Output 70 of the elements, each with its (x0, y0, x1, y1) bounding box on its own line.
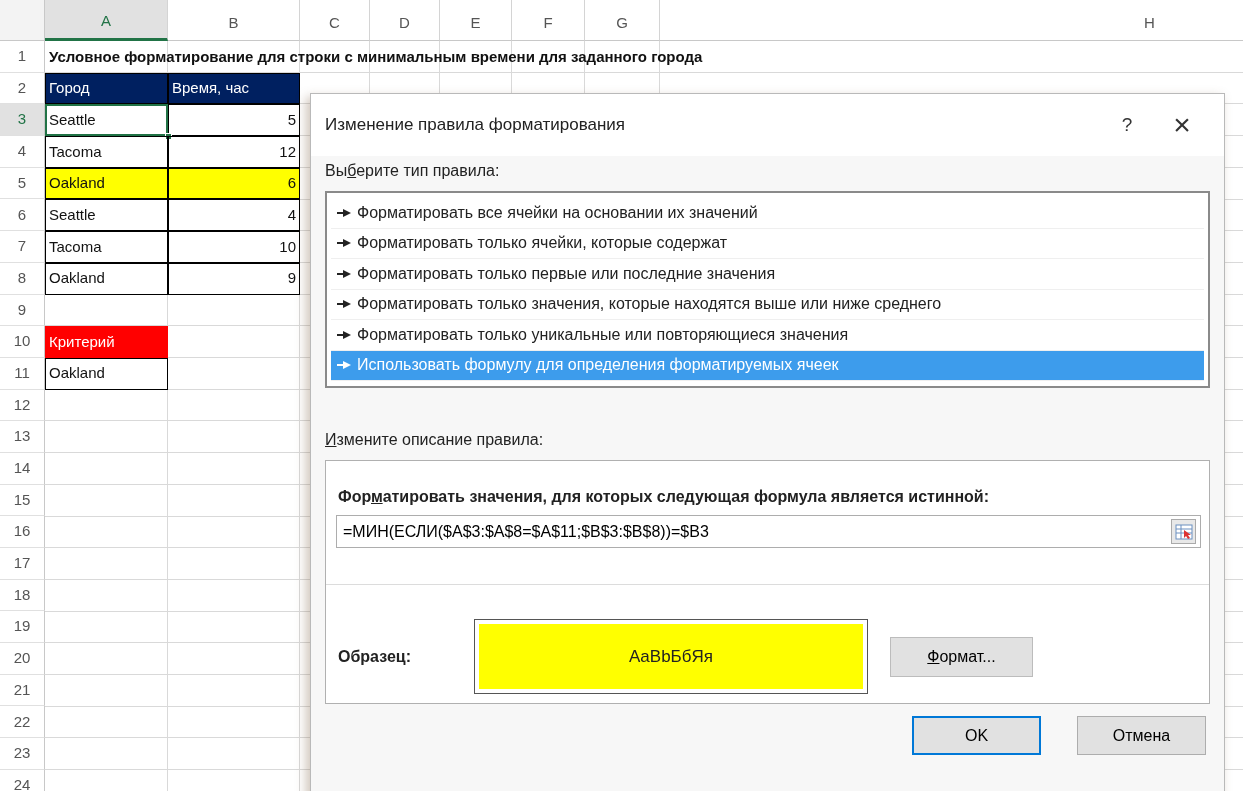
column-header[interactable]: D (370, 0, 440, 41)
row-header[interactable]: 21 (0, 674, 45, 707)
table-cell[interactable]: Seattle (45, 199, 168, 232)
section-label: Измените описание правила: (325, 431, 544, 448)
row-header[interactable]: 11 (0, 357, 45, 390)
pointer-icon (337, 207, 351, 218)
table-cell[interactable]: Время, час (168, 72, 300, 105)
table-cell[interactable]: 6 (168, 167, 300, 200)
format-button[interactable]: Формат... (890, 636, 1033, 677)
format-preview: AaBbБбЯя (479, 624, 863, 689)
rule-type-item[interactable]: Форматировать только значения, которые находятся выше или ниже среднего (331, 289, 1204, 320)
close-button[interactable]: × (1152, 109, 1212, 141)
row-header[interactable]: 9 (0, 294, 45, 327)
column-header[interactable]: B (168, 0, 300, 41)
rule-type-item[interactable]: Форматировать только ячейки, которые содержат (331, 228, 1204, 259)
row-header[interactable]: 3 (0, 104, 45, 137)
row-header[interactable]: 24 (0, 769, 45, 791)
range-picker-button[interactable] (1171, 519, 1196, 544)
rule-type-item[interactable]: Форматировать только первые или последние значения (331, 259, 1204, 290)
row-header[interactable]: 1 (0, 41, 45, 73)
row-header[interactable]: 8 (0, 262, 45, 295)
row-header[interactable]: 4 (0, 136, 45, 168)
row-header[interactable]: 23 (0, 738, 45, 770)
column-header[interactable]: F (512, 0, 585, 41)
row-header[interactable]: 17 (0, 548, 45, 580)
table-cell[interactable]: Oakland (45, 262, 168, 295)
row-header[interactable]: 14 (0, 452, 45, 485)
table-cell[interactable]: Город (45, 72, 168, 105)
table-cell[interactable]: 5 (168, 104, 300, 137)
table-cell[interactable]: Tacoma (45, 136, 168, 168)
column-header[interactable]: E (440, 0, 512, 41)
row-header[interactable]: 18 (0, 579, 45, 612)
table-cell[interactable]: Seattle (45, 104, 168, 137)
table-cell[interactable]: Oakland (45, 357, 168, 390)
table-cell[interactable]: 9 (168, 262, 300, 295)
table-cell[interactable]: Oakland (45, 167, 168, 200)
table-cell[interactable]: Критерий (45, 326, 168, 358)
row-header[interactable]: 22 (0, 706, 45, 739)
row-header[interactable]: 20 (0, 643, 45, 675)
cancel-button[interactable]: Отмена (1077, 716, 1206, 755)
rule-type-item[interactable]: Форматировать только уникальные или повторяющиеся значения (331, 320, 1204, 351)
formula-field[interactable]: =МИН(ЕСЛИ($A$3:$A$8=$A$11;$B$3:$B$8))=$B3 (336, 515, 1201, 548)
help-button[interactable]: ? (1102, 109, 1152, 141)
row-header[interactable]: 19 (0, 611, 45, 644)
pointer-icon (337, 268, 351, 279)
rule-type-item[interactable]: Форматировать все ячейки на основании их значений (331, 198, 1204, 229)
column-header[interactable]: C (300, 0, 370, 41)
pointer-icon (337, 299, 351, 310)
row-header[interactable]: 12 (0, 389, 45, 422)
pointer-icon (337, 360, 351, 371)
sheet-title: Условное форматирование для строки с минимальным времени для заданного города (49, 46, 703, 67)
row-header[interactable]: 16 (0, 516, 45, 548)
section-label: Выберите тип правила: (325, 162, 500, 179)
column-header[interactable]: A (45, 0, 168, 41)
table-cell[interactable]: 12 (168, 136, 300, 168)
column-header[interactable]: G (585, 0, 660, 41)
ok-button[interactable]: OK (912, 716, 1041, 755)
row-header[interactable]: 13 (0, 421, 45, 453)
pointer-icon (337, 238, 351, 249)
row-header[interactable]: 7 (0, 231, 45, 263)
pointer-icon (337, 329, 351, 340)
formula-label: Форматировать значения, для которых следующая формула является истинной: (338, 488, 989, 505)
dialog-title: Изменение правила форматирования (325, 114, 627, 137)
fill-handle[interactable] (165, 133, 172, 141)
table-cell[interactable]: 4 (168, 199, 300, 232)
table-cell[interactable]: Tacoma (45, 231, 168, 263)
table-cell[interactable]: 10 (168, 231, 300, 263)
row-header[interactable]: 6 (0, 199, 45, 232)
row-header[interactable]: 15 (0, 484, 45, 517)
preview-label: Образец: (338, 646, 412, 667)
